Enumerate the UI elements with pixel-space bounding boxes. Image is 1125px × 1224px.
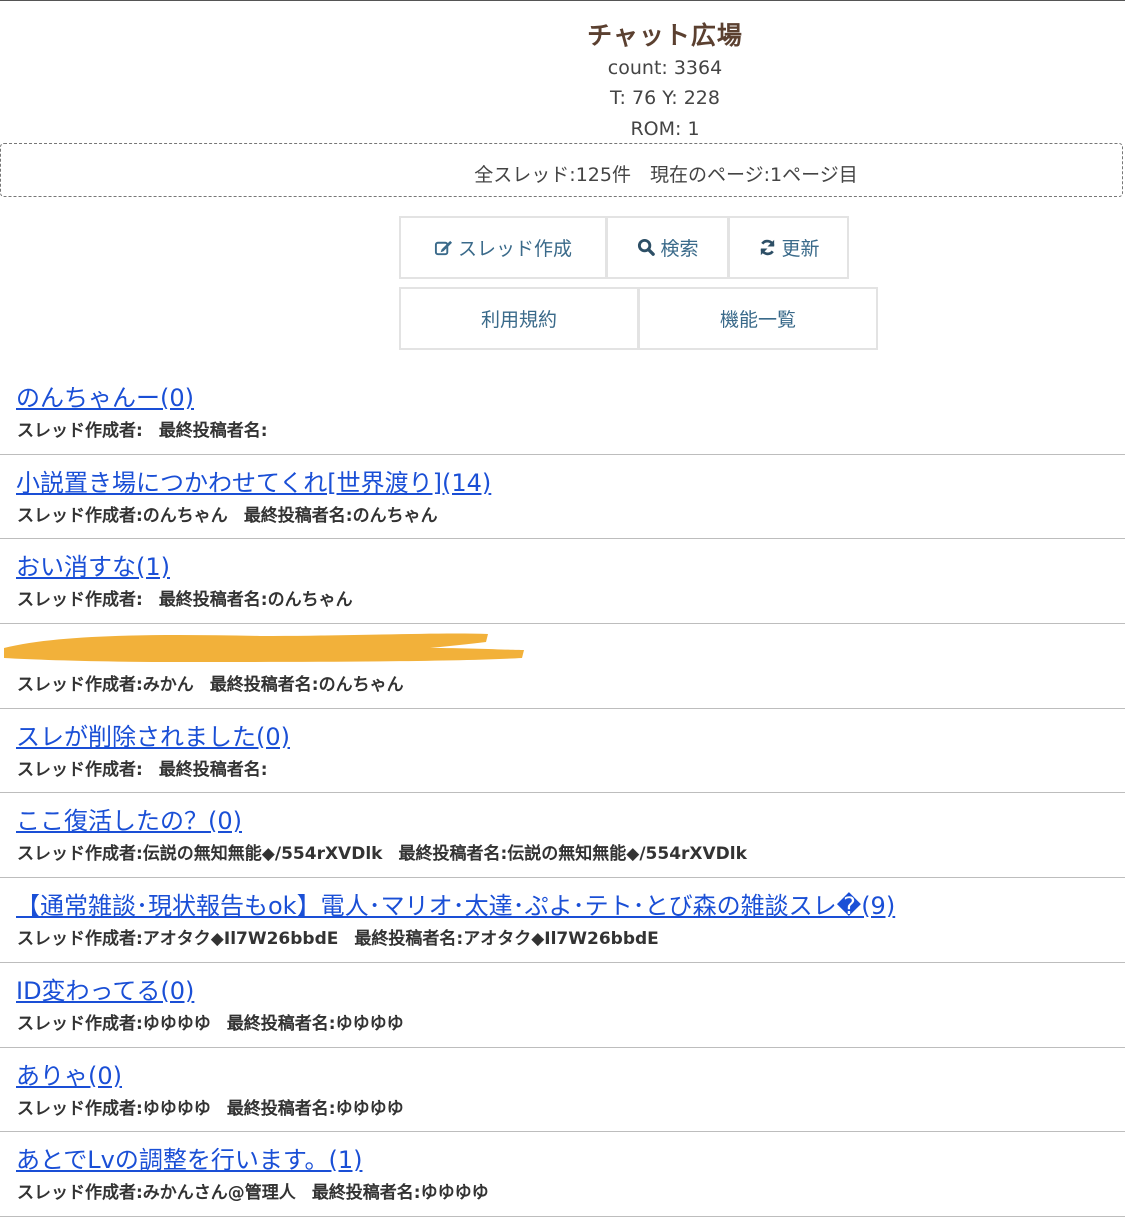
site-title: チャット広場 bbox=[587, 21, 743, 50]
thread-item: おい消すな(1) スレッド作成者: 最終投稿者名:のんちゃん bbox=[0, 539, 1125, 625]
thread-meta: スレッド作成者:伝説の無知無能◆/554rXVDlk 最終投稿者名:伝説の無知無能… bbox=[17, 839, 747, 864]
edit-icon bbox=[434, 238, 454, 258]
thread-title-link[interactable]: 【通常雑談･現状報告もok】電人･マリオ･太達･ぷよ･テト･とび森の雑談スレ�(… bbox=[16, 886, 895, 921]
refresh-label: 更新 bbox=[781, 238, 820, 260]
today-yesterday-count: T: 76 Y: 228 bbox=[610, 87, 720, 109]
thread-title-link[interactable]: ありゃ(0) bbox=[16, 1056, 122, 1091]
top-divider bbox=[0, 0, 1125, 1]
thread-creator: スレッド作成者:みかん bbox=[17, 675, 194, 696]
thread-info-bar: 全スレッド:125件 現在のページ:1ページ目 bbox=[0, 143, 1123, 197]
thread-meta: スレッド作成者:みかんさん@管理人 最終投稿者名:ゆゆゆゆ bbox=[17, 1178, 489, 1203]
thread-creator: スレッド作成者:ゆゆゆゆ bbox=[17, 1098, 211, 1119]
thread-title-link[interactable]: ここ復活したの？(0) bbox=[16, 801, 242, 836]
thread-meta: スレッド作成者:アオタク◆Il7W26bbdE 最終投稿者名:アオタク◆Il7W2… bbox=[17, 924, 659, 949]
thread-item: 小説置き場につかわせてくれ[世界渡り](14) スレッド作成者:のんちゃん 最終投… bbox=[0, 455, 1125, 540]
thread-item: 【通常雑談･現状報告もok】電人･マリオ･太達･ぷよ･テト･とび森の雑談スレ�(… bbox=[0, 878, 1125, 963]
redaction-scribble bbox=[4, 633, 524, 663]
thread-title-link[interactable]: のんちゃんー(0) bbox=[16, 378, 194, 413]
thread-meta: スレッド作成者: 最終投稿者名: bbox=[17, 755, 268, 780]
thread-meta: スレッド作成者: 最終投稿者名: bbox=[17, 416, 268, 441]
thread-creator: スレッド作成者:伝説の無知無能◆/554rXVDlk bbox=[17, 844, 383, 865]
thread-last-poster: 最終投稿者名:ゆゆゆゆ bbox=[226, 1013, 404, 1034]
thread-title-link[interactable]: ID変わってる(0) bbox=[16, 971, 194, 1006]
thread-meta: スレッド作成者:のんちゃん 最終投稿者名:のんちゃん bbox=[17, 501, 438, 526]
thread-creator: スレッド作成者: bbox=[17, 590, 143, 611]
thread-item: スレが削除されました(0) スレッド作成者: 最終投稿者名: bbox=[0, 709, 1125, 794]
thread-last-poster: 最終投稿者名:伝説の無知無能◆/554rXVDlk bbox=[398, 844, 747, 865]
thread-item: スレッド作成者:みかん 最終投稿者名:のんちゃん bbox=[0, 624, 1125, 709]
create-thread-label: スレッド作成 bbox=[457, 238, 572, 260]
thread-title-link[interactable]: スレが削除されました(0) bbox=[16, 717, 290, 752]
thread-creator: スレッド作成者: bbox=[17, 759, 143, 780]
thread-item: ここ復活したの？(0) スレッド作成者:伝説の無知無能◆/554rXVDlk 最終… bbox=[0, 793, 1125, 879]
refresh-icon bbox=[757, 238, 777, 258]
visit-count: count: 3364 bbox=[607, 57, 723, 79]
thread-info-text: 全スレッド:125件 現在のページ:1ページ目 bbox=[474, 164, 858, 186]
refresh-button[interactable]: 更新 bbox=[728, 216, 849, 279]
thread-item: ありゃ(0) スレッド作成者:ゆゆゆゆ 最終投稿者名:ゆゆゆゆ bbox=[0, 1048, 1125, 1133]
search-icon bbox=[636, 238, 656, 258]
thread-meta: スレッド作成者:ゆゆゆゆ 最終投稿者名:ゆゆゆゆ bbox=[17, 1009, 404, 1034]
terms-button[interactable]: 利用規約 bbox=[399, 287, 639, 350]
search-button[interactable]: 検索 bbox=[606, 216, 729, 279]
thread-meta: スレッド作成者:みかん 最終投稿者名:のんちゃん bbox=[17, 670, 404, 695]
thread-last-poster: 最終投稿者名:アオタク◆Il7W26bbdE bbox=[354, 929, 659, 950]
thread-last-poster: 最終投稿者名: bbox=[158, 421, 268, 441]
thread-last-poster: 最終投稿者名: bbox=[158, 759, 268, 780]
thread-item: ID変わってる(0) スレッド作成者:ゆゆゆゆ 最終投稿者名:ゆゆゆゆ bbox=[0, 963, 1125, 1048]
features-list-button[interactable]: 機能一覧 bbox=[638, 287, 878, 350]
thread-title-link[interactable]: 小説置き場につかわせてくれ[世界渡り](14) bbox=[16, 463, 491, 498]
thread-item: のんちゃんー(0) スレッド作成者: 最終投稿者名: bbox=[0, 370, 1125, 455]
thread-meta: スレッド作成者: 最終投稿者名:のんちゃん bbox=[17, 585, 353, 610]
rom-count: ROM: 1 bbox=[630, 118, 700, 140]
search-label: 検索 bbox=[660, 238, 699, 260]
thread-creator: スレッド作成者:みかんさん@管理人 bbox=[17, 1183, 296, 1204]
thread-creator: スレッド作成者:ゆゆゆゆ bbox=[17, 1013, 211, 1034]
thread-last-poster: 最終投稿者名:ゆゆゆゆ bbox=[226, 1098, 404, 1119]
create-thread-button[interactable]: スレッド作成 bbox=[399, 216, 607, 279]
thread-list: のんちゃんー(0) スレッド作成者: 最終投稿者名: 小説置き場につかわせてくれ[… bbox=[0, 370, 1125, 1217]
thread-title-link[interactable]: おい消すな(1) bbox=[16, 547, 170, 582]
thread-creator: スレッド作成者:アオタク◆Il7W26bbdE bbox=[17, 929, 339, 950]
features-label: 機能一覧 bbox=[719, 309, 796, 331]
thread-title-link[interactable]: あとでLvの調整を行います。(1) bbox=[16, 1140, 362, 1175]
thread-creator: スレッド作成者: bbox=[17, 421, 143, 441]
thread-creator: スレッド作成者:のんちゃん bbox=[17, 505, 228, 526]
terms-label: 利用規約 bbox=[480, 309, 557, 331]
thread-item: あとでLvの調整を行います。(1) スレッド作成者:みかんさん@管理人 最終投稿者… bbox=[0, 1132, 1125, 1217]
chat-plaza-page: チャット広場 count: 3364 T: 76 Y: 228 ROM: 1 全… bbox=[0, 0, 1125, 1224]
thread-last-poster: 最終投稿者名:のんちゃん bbox=[158, 590, 353, 611]
thread-last-poster: 最終投稿者名:のんちゃん bbox=[243, 505, 438, 526]
thread-last-poster: 最終投稿者名:ゆゆゆゆ bbox=[311, 1183, 489, 1204]
thread-meta: スレッド作成者:ゆゆゆゆ 最終投稿者名:ゆゆゆゆ bbox=[17, 1094, 404, 1119]
thread-last-poster: 最終投稿者名:のんちゃん bbox=[209, 675, 404, 696]
